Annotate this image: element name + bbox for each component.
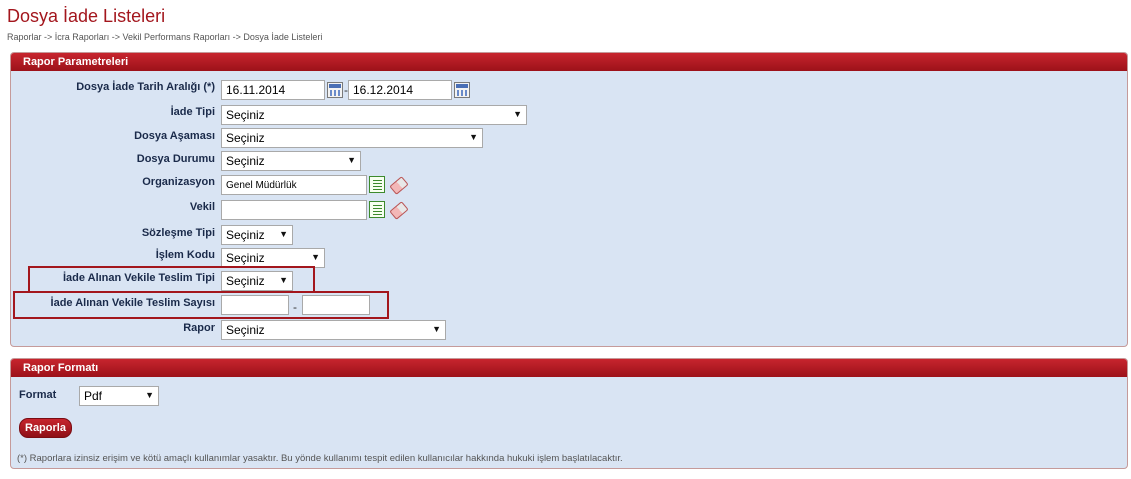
sozlesme-tipi-select[interactable]: Seçiniz ▼ [221, 225, 293, 245]
calendar-icon[interactable] [327, 82, 343, 98]
eraser-icon[interactable] [389, 176, 409, 195]
format-panel-header: Rapor Formatı [11, 359, 1127, 377]
chevron-down-icon: ▼ [432, 324, 441, 334]
list-icon[interactable] [369, 201, 385, 218]
vekil-input[interactable] [221, 200, 367, 220]
islem-kodu-label: İşlem Kodu [155, 249, 215, 261]
chevron-down-icon: ▼ [311, 252, 320, 262]
iade-tipi-select[interactable]: Seçiniz ▼ [221, 105, 527, 125]
parameters-panel-header: Rapor Parametreleri [11, 53, 1127, 71]
format-label: Format [19, 389, 57, 401]
sozlesme-tipi-value: Seçiniz [226, 228, 265, 242]
teslim-sayisi-to-input[interactable] [302, 295, 370, 315]
iade-tipi-value: Seçiniz [226, 108, 265, 122]
format-panel: Rapor Formatı Format Pdf ▼ Raporla (*) R… [10, 358, 1128, 469]
organizasyon-label: Organizasyon [142, 176, 215, 188]
iade-tipi-label: İade Tipi [170, 106, 215, 118]
teslim-sayisi-separator: - [293, 300, 297, 314]
dosya-durumu-select[interactable]: Seçiniz ▼ [221, 151, 361, 171]
date-range-label: Dosya İade Tarih Aralığı (*) [76, 81, 215, 93]
organizasyon-input[interactable]: Genel Müdürlük [221, 175, 367, 195]
teslim-sayisi-from-input[interactable] [221, 295, 289, 315]
teslim-tipi-label: İade Alınan Vekile Teslim Tipi [62, 272, 215, 284]
rapor-select[interactable]: Seçiniz ▼ [221, 320, 446, 340]
eraser-icon[interactable] [389, 201, 409, 220]
sozlesme-tipi-label: Sözleşme Tipi [141, 227, 215, 239]
chevron-down-icon: ▼ [513, 109, 522, 119]
disclaimer-note: (*) Raporlara izinsiz erişim ve kötü ama… [17, 453, 623, 464]
dosya-durumu-value: Seçiniz [226, 154, 265, 168]
vekil-label: Vekil [189, 201, 215, 213]
islem-kodu-select[interactable]: Seçiniz ▼ [221, 248, 325, 268]
chevron-down-icon: ▼ [347, 155, 356, 165]
teslim-tipi-value: Seçiniz [226, 274, 265, 288]
format-select[interactable]: Pdf ▼ [79, 386, 159, 406]
chevron-down-icon: ▼ [279, 275, 288, 285]
dosya-asamasi-value: Seçiniz [226, 131, 265, 145]
calendar-icon[interactable] [454, 82, 470, 98]
breadcrumb: Raporlar -> İcra Raporları -> Vekil Perf… [7, 32, 323, 42]
chevron-down-icon: ▼ [279, 229, 288, 239]
teslim-sayisi-label: İade Alınan Vekile Teslim Sayısı [50, 297, 215, 309]
chevron-down-icon: ▼ [469, 132, 478, 142]
rapor-label: Rapor [183, 322, 215, 334]
teslim-tipi-select[interactable]: Seçiniz ▼ [221, 271, 293, 291]
date-from-input[interactable]: 16.11.2014 [221, 80, 325, 100]
page-title: Dosya İade Listeleri [7, 6, 166, 26]
dosya-asamasi-label: Dosya Aşaması [134, 130, 215, 142]
rapor-value: Seçiniz [226, 323, 265, 337]
dosya-durumu-label: Dosya Durumu [136, 153, 215, 165]
date-to-input[interactable]: 16.12.2014 [348, 80, 452, 100]
chevron-down-icon: ▼ [145, 390, 154, 400]
raporla-button[interactable]: Raporla [19, 418, 72, 438]
format-value: Pdf [84, 389, 103, 403]
dosya-asamasi-select[interactable]: Seçiniz ▼ [221, 128, 483, 148]
parameters-panel: Rapor Parametreleri Dosya İade Tarih Ara… [10, 52, 1128, 347]
list-icon[interactable] [369, 176, 385, 193]
islem-kodu-value: Seçiniz [226, 251, 265, 265]
